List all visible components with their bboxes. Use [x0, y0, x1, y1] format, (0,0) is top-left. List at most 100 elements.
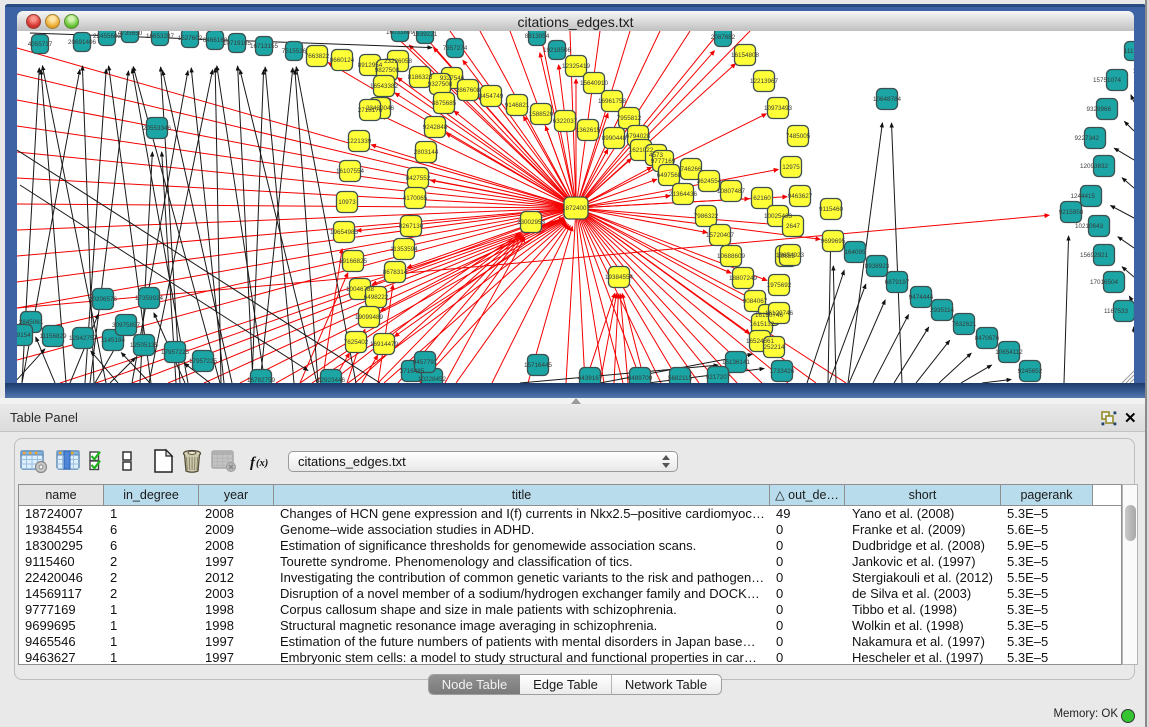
svg-text:2803144: 2803144	[414, 149, 439, 156]
svg-text:1362615: 1362615	[576, 127, 601, 134]
svg-text:1117: 1117	[1124, 48, 1134, 55]
svg-text:746266: 746266	[680, 166, 702, 173]
svg-text:16713155: 16713155	[250, 43, 279, 50]
svg-text:16782759: 16782759	[247, 377, 276, 383]
svg-text:7357274: 7357274	[443, 45, 468, 52]
svg-text:9242848: 9242848	[423, 124, 448, 131]
svg-text:164095: 164095	[844, 249, 866, 256]
svg-text:19218506: 19218506	[543, 47, 572, 54]
svg-text:11353594: 11353594	[390, 246, 418, 253]
svg-text:9327508: 9327508	[428, 81, 453, 88]
svg-text:2935114: 2935114	[930, 307, 955, 314]
svg-text:1839221: 1839221	[413, 31, 438, 38]
svg-text:9777169: 9777169	[651, 158, 676, 165]
svg-text:10210643: 10210643	[1075, 223, 1104, 230]
svg-text:3624554: 3624554	[697, 178, 722, 185]
svg-text:4439167: 4439167	[578, 375, 603, 382]
svg-text:1975692: 1975692	[767, 282, 792, 289]
svg-text:18807249: 18807249	[729, 275, 758, 282]
svg-text:15751074: 15751074	[1093, 77, 1122, 84]
svg-text:1221339: 1221339	[347, 138, 372, 145]
svg-text:4735650: 4735650	[118, 31, 143, 37]
svg-text:12505135: 12505135	[130, 342, 159, 349]
svg-text:39154: 39154	[17, 332, 31, 339]
svg-text:16914479: 16914479	[370, 341, 399, 348]
svg-text:16543382: 16543382	[370, 83, 399, 90]
svg-text:15136141: 15136141	[722, 359, 751, 366]
svg-text:2718176: 2718176	[358, 107, 383, 114]
svg-text:5682115: 5682115	[668, 375, 693, 382]
svg-text:10648784: 10648784	[873, 96, 902, 103]
svg-text:23226058: 23226058	[384, 58, 413, 65]
svg-text:7515526: 7515526	[282, 48, 307, 55]
svg-text:6879197: 6879197	[885, 279, 910, 286]
svg-text:4170065: 4170065	[403, 195, 428, 202]
svg-text:6322037: 6322037	[553, 118, 578, 125]
svg-text:17957225: 17957225	[161, 349, 190, 356]
svg-text:1588520: 1588520	[529, 111, 554, 118]
svg-text:17359924: 17359924	[135, 295, 164, 302]
svg-text:2647: 2647	[786, 223, 801, 230]
svg-text:20206576: 20206576	[89, 296, 118, 303]
svg-text:10025433: 10025433	[764, 213, 793, 220]
svg-text:17016504: 17016504	[1090, 279, 1119, 286]
svg-text:9084067: 9084067	[743, 298, 768, 305]
svg-text:19654985: 19654985	[330, 229, 359, 236]
svg-text:19166825: 19166825	[339, 258, 368, 265]
svg-text:12093832: 12093832	[1080, 163, 1109, 170]
svg-text:8813054: 8813054	[525, 33, 550, 40]
svg-text:15640910: 15640910	[580, 80, 609, 87]
svg-text:10046788: 10046788	[346, 286, 375, 293]
svg-text:10719185: 10719185	[223, 40, 252, 47]
svg-text:1527602: 1527602	[178, 35, 203, 42]
svg-text:16120746: 16120746	[765, 310, 794, 317]
svg-text:12942757: 12942757	[69, 335, 98, 342]
svg-text:8938923: 8938923	[865, 263, 890, 270]
svg-text:3875685: 3875685	[432, 100, 457, 107]
svg-text:3716485: 3716485	[400, 368, 425, 375]
svg-text:12975: 12975	[782, 164, 800, 171]
svg-text:1145194: 1145194	[101, 337, 126, 344]
svg-text:7986322: 7986322	[694, 213, 719, 220]
svg-text:10654112: 10654112	[995, 349, 1023, 356]
svg-text:9457791: 9457791	[413, 359, 438, 366]
svg-text:8267130: 8267130	[399, 223, 424, 230]
svg-text:12213967: 12213967	[750, 78, 779, 85]
svg-text:21364436: 21364436	[669, 191, 698, 198]
svg-text:10973493: 10973493	[764, 105, 793, 112]
svg-text:2087682: 2087682	[711, 34, 736, 41]
svg-text:12325419: 12325419	[562, 63, 591, 70]
svg-text:16154808: 16154808	[731, 52, 760, 59]
svg-text:7955812: 7955812	[617, 115, 642, 122]
svg-text:10973: 10973	[338, 199, 356, 206]
svg-text:6498222: 6498222	[364, 294, 389, 301]
svg-text:9115460: 9115460	[819, 206, 844, 213]
svg-text:23002953: 23002953	[517, 219, 546, 226]
svg-text:1244415: 1244415	[1070, 193, 1095, 200]
svg-text:8660124: 8660124	[330, 57, 355, 64]
svg-text:8489709: 8489709	[628, 375, 653, 382]
svg-text:9329966: 9329966	[1086, 106, 1111, 113]
svg-text:16961758: 16961758	[598, 98, 627, 105]
svg-text:15692921: 15692921	[1080, 252, 1109, 259]
svg-text:15720407: 15720407	[706, 232, 735, 239]
svg-text:9827508: 9827508	[375, 67, 400, 74]
svg-text:18724007: 18724007	[562, 205, 591, 212]
svg-text:8990448: 8990448	[602, 135, 627, 142]
svg-text:30975857: 30975857	[112, 322, 141, 329]
svg-text:10688609: 10688609	[717, 253, 746, 260]
svg-text:252214: 252214	[763, 344, 785, 351]
svg-text:8186323: 8186323	[408, 74, 433, 81]
svg-text:20553346: 20553346	[143, 125, 172, 132]
svg-text:8470676: 8470676	[975, 335, 1000, 342]
svg-text:9215958: 9215958	[1059, 209, 1084, 216]
svg-text:8678314: 8678314	[383, 269, 408, 276]
svg-text:16033809: 16033809	[386, 31, 415, 36]
svg-text:9217207: 9217207	[706, 374, 731, 381]
svg-text:4055717: 4055717	[28, 41, 53, 48]
svg-text:1615132: 1615132	[750, 321, 775, 328]
svg-text:9474444: 9474444	[909, 294, 934, 301]
svg-text:19654923: 19654923	[776, 252, 805, 259]
svg-text:9699695: 9699695	[821, 238, 846, 245]
svg-text:8427552: 8427552	[406, 175, 431, 182]
